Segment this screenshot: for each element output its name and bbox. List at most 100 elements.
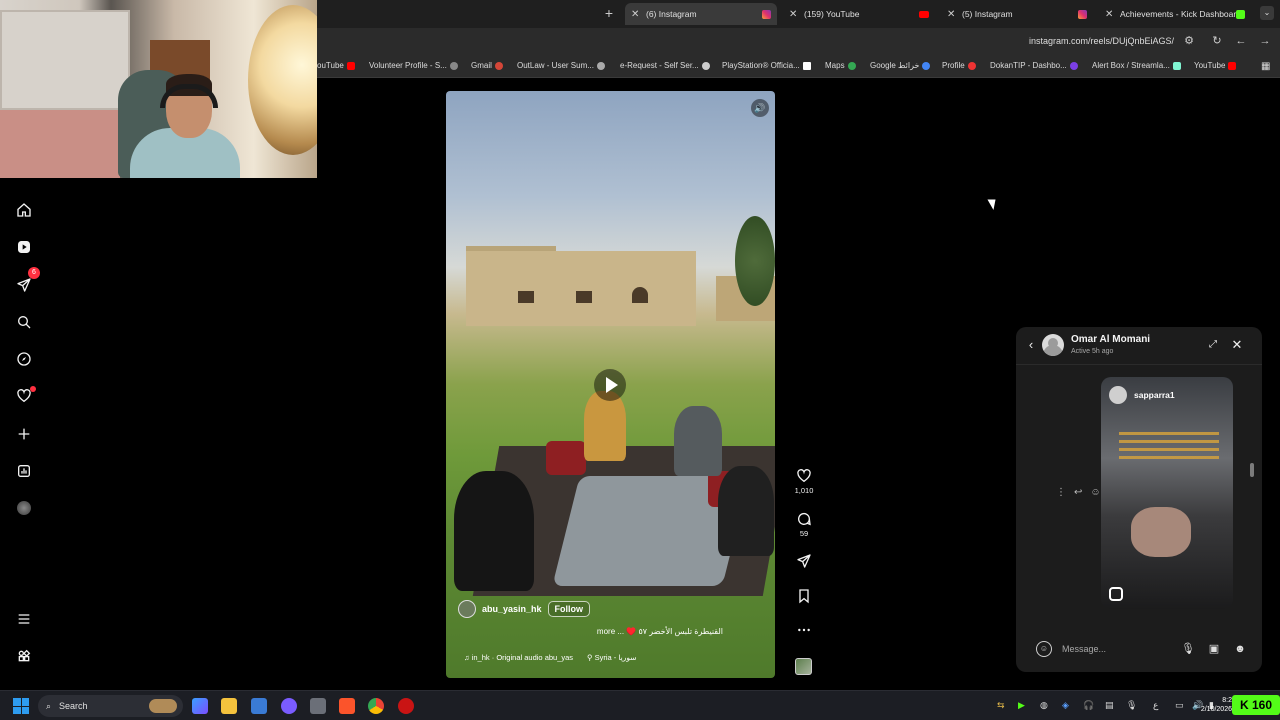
shared-reel-message[interactable]: sapparra1 [1101,377,1233,609]
sidebar-item-notifications[interactable] [12,384,36,408]
react-icon[interactable]: ☺ [1090,487,1100,498]
image-icon[interactable]: ▣ [1206,641,1222,657]
microphone-icon[interactable]: 🎙 [1126,700,1137,711]
bookmark-google-maps-ar[interactable]: Google خرائط [870,61,931,70]
tray-app-icon[interactable]: ⇆ [997,700,1005,711]
more-options-button[interactable] [792,622,816,638]
follow-button[interactable]: Follow [547,601,591,617]
url-field[interactable]: instagram.com/reels/DUjQnbEiAGS/ [1029,36,1174,46]
sidebar-item-more[interactable] [12,607,36,631]
tab-kick-dashboard[interactable]: ✕ Achievements - Kick Dashboard [1099,3,1251,25]
bookmark-volunteer[interactable]: Volunteer Profile - S... [369,61,458,70]
headset-icon[interactable]: 🎧 [1083,700,1094,711]
obs-icon[interactable] [398,698,414,714]
bookmark-dokantip[interactable]: DokanTIP - Dashbo... [990,61,1078,70]
sidebar-item-reels[interactable] [12,235,36,259]
all-bookmarks-icon[interactable]: ▦ [1261,61,1270,72]
chat-contact-name[interactable]: Omar Al Momani [1071,334,1150,345]
file-explorer-icon[interactable] [221,698,237,714]
play-icon[interactable] [594,369,626,401]
emoji-icon[interactable]: ☺ [1036,641,1052,657]
tray-app-icon[interactable]: ◈ [1062,700,1069,711]
sticker-icon[interactable]: ☻ [1232,641,1248,657]
tray-play-icon[interactable]: ▶ [1018,700,1025,711]
taskbar-clock[interactable]: 8:2 2/10/2026 [1201,696,1232,714]
bookmark-gmail[interactable]: Gmail [471,61,503,70]
taskbar-search[interactable]: ⌕ Search [38,695,183,717]
chat-scrollbar[interactable] [1250,367,1254,619]
tab-search-chevron-icon[interactable]: ⌄ [1260,6,1274,20]
network-icon[interactable]: ▭ [1175,700,1184,711]
close-icon[interactable]: ✕ [1230,338,1244,352]
bookmark-erequest[interactable]: e-Request - Self Ser... [620,61,710,70]
bookmarks-bar: ouTube Volunteer Profile - S... Gmail Ou… [317,56,1280,78]
more-icon [798,628,810,632]
sidebar-item-also-from-meta[interactable] [12,644,36,668]
sidebar-item-dashboard[interactable] [12,459,36,483]
location-label: Syria - سوريا [594,653,637,662]
avatar[interactable] [1042,334,1064,356]
bookmark-outlaw[interactable]: OutLaw - User Sum... [517,61,605,70]
language-indicator[interactable]: ع [1153,700,1158,711]
bookmark-youtube-2[interactable]: YouTube [1194,61,1237,70]
instagram-icon [1078,9,1087,19]
sidebar-item-search[interactable] [12,310,36,334]
sidebar-item-messages[interactable]: 6 [12,267,40,297]
sidebar-item-create[interactable] [12,422,36,446]
location-link[interactable]: ⚲ Syria - سوريا [587,653,637,662]
forward-icon[interactable]: → [1258,34,1272,48]
brave-icon[interactable] [339,698,355,714]
bookmark-label: Profile [942,61,965,70]
bookmark-playstation[interactable]: PlayStation® Officia... [722,61,811,70]
close-tab-icon[interactable]: ✕ [947,9,959,20]
audio-thumbnail[interactable] [795,658,812,675]
new-tab-button[interactable]: + [602,5,616,21]
scrollbar-thumb[interactable] [1250,463,1254,477]
reel-caption[interactable]: more ... ♥️ القنيطرة تلبس الأخضر ٥٧ [597,627,723,636]
sidebar-item-home[interactable] [12,198,36,222]
store-icon[interactable] [251,698,267,714]
sidebar-item-profile[interactable] [12,496,36,520]
back-icon[interactable]: ‹ [1024,338,1038,352]
author-username[interactable]: abu_yasin_hk [482,604,542,614]
bookmark-streamlabs[interactable]: Alert Box / Streamla... [1092,61,1181,70]
sidebar-item-explore[interactable] [12,347,36,371]
page-settings-icon[interactable]: ⚙ [1182,34,1196,48]
more-icon[interactable]: ⋮ [1056,487,1066,498]
tab-instagram-active[interactable]: ✕ (6) Instagram [625,3,777,25]
mute-icon[interactable]: 🔊 [751,99,769,117]
tab-youtube[interactable]: ✕ (159) YouTube [783,3,935,25]
tab-instagram[interactable]: ✕ (5) Instagram [941,3,1093,25]
reels-icon [1109,587,1123,601]
bookmark-profile[interactable]: Profile [942,61,976,70]
microphone-icon[interactable]: 🎙 [1180,641,1196,657]
avatar[interactable] [458,600,476,618]
clock-date: 2/10/2026 [1200,706,1232,713]
share-button[interactable] [792,553,816,569]
discord-icon[interactable] [281,698,297,714]
message-input[interactable]: Message... [1052,644,1170,654]
windows-start-icon[interactable] [13,698,29,714]
chrome-icon[interactable] [368,698,384,714]
reply-icon[interactable]: ↩ [1074,487,1082,498]
close-tab-icon[interactable]: ✕ [789,9,801,20]
audio-link[interactable]: ♫ in_hk · Original audio abu_yas [464,653,573,662]
scene-person [584,391,626,461]
settings-app-icon[interactable] [310,698,326,714]
bookmark-maps[interactable]: Maps [825,61,856,70]
expand-icon[interactable]: ⤢ [1206,338,1220,352]
close-tab-icon[interactable]: ✕ [631,9,643,20]
bookmark-youtube[interactable]: ouTube [317,61,355,70]
tray-app-icon[interactable]: ▤ [1105,700,1114,711]
plus-icon [18,428,30,440]
save-button[interactable] [792,588,816,604]
comment-button[interactable]: 59 [792,511,816,538]
back-icon[interactable]: ← [1234,34,1248,48]
webcam-bed [0,110,120,178]
close-tab-icon[interactable]: ✕ [1105,9,1117,20]
copilot-icon[interactable] [192,698,208,714]
like-button[interactable]: 1,010 [792,468,816,495]
reload-icon[interactable]: ↻ [1210,34,1224,48]
tray-app-icon[interactable]: ◍ [1040,700,1048,711]
reel-video[interactable]: 🔊 abu_yasin_hk Follow more ... ♥️ القنيط… [446,91,775,678]
